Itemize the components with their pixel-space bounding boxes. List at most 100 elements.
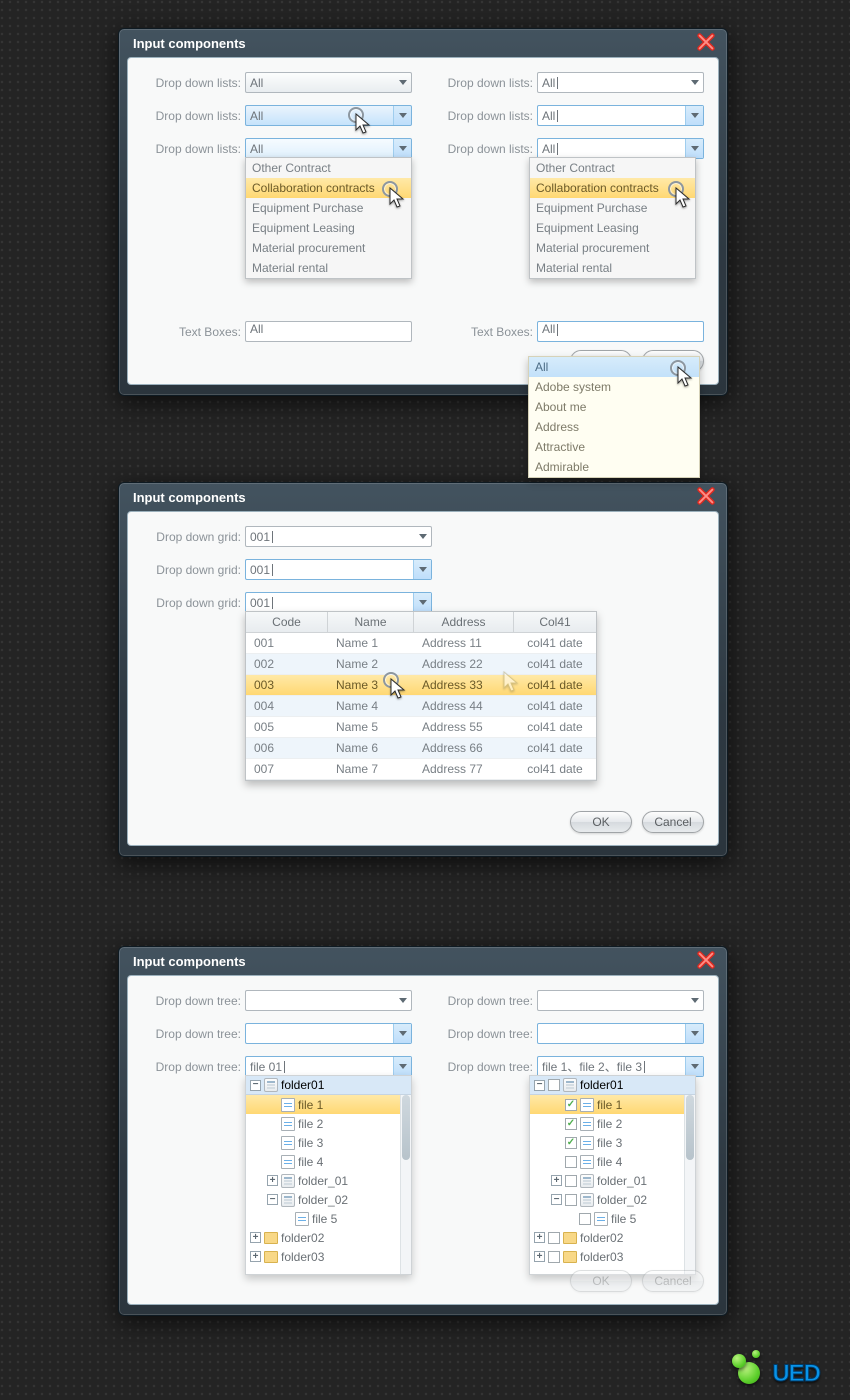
tree-node[interactable]: +folder02 — [246, 1228, 411, 1247]
dropdown-option[interactable]: Other Contract — [246, 158, 411, 178]
dropdown-option[interactable]: Collaboration contracts — [530, 178, 695, 198]
grid-row[interactable]: 006Name 6Address 66col41 date — [246, 738, 596, 759]
autocomplete-option[interactable]: Attractive — [529, 437, 699, 457]
scrollbar[interactable] — [400, 1095, 411, 1274]
collapse-icon[interactable]: − — [250, 1080, 261, 1091]
tree-node[interactable]: file 5 — [530, 1209, 695, 1228]
ok-button[interactable]: OK — [570, 811, 632, 833]
tree-node[interactable]: ✓file 3 — [530, 1133, 695, 1152]
dropdown-default[interactable]: All — [245, 72, 412, 93]
dropdown-tree-hover[interactable] — [537, 1023, 704, 1044]
checkbox[interactable] — [565, 1156, 577, 1168]
expand-icon[interactable]: + — [534, 1251, 545, 1262]
grid-row-selected[interactable]: 003Name 3Address 33col41 date — [246, 675, 596, 696]
tree-node[interactable]: +folder_01 — [246, 1171, 411, 1190]
expand-icon[interactable]: + — [534, 1232, 545, 1243]
checkbox[interactable] — [548, 1251, 560, 1263]
expand-icon[interactable]: + — [267, 1175, 278, 1186]
dropdown-tree-hover[interactable] — [245, 1023, 412, 1044]
scrollbar[interactable] — [684, 1095, 695, 1274]
dropdown-tree[interactable] — [537, 990, 704, 1011]
checkbox[interactable] — [548, 1232, 560, 1244]
dropdown-open[interactable]: All — [537, 138, 704, 159]
checkbox[interactable] — [579, 1213, 591, 1225]
collapse-icon[interactable]: − — [267, 1194, 278, 1205]
tree-node[interactable]: −folder01 — [530, 1076, 695, 1095]
expand-icon[interactable]: + — [250, 1251, 261, 1262]
text-input[interactable]: All — [245, 321, 412, 342]
checkbox-checked[interactable]: ✓ — [565, 1118, 577, 1130]
checkbox[interactable] — [548, 1079, 560, 1091]
file-icon — [580, 1098, 594, 1112]
dropdown-tree-open[interactable]: file 01 — [245, 1056, 412, 1077]
expand-icon[interactable]: + — [250, 1232, 261, 1243]
autocomplete-option[interactable]: Adobe system — [529, 377, 699, 397]
label: Drop down grid: — [142, 563, 245, 577]
close-button[interactable] — [695, 485, 717, 507]
tree-node[interactable]: +folder03 — [530, 1247, 695, 1266]
expand-icon[interactable]: + — [551, 1175, 562, 1186]
dropdown-option[interactable]: Other Contract — [530, 158, 695, 178]
tree-node-selected[interactable]: file 1 — [246, 1095, 411, 1114]
col-header[interactable]: Col41 — [514, 612, 596, 632]
tree-node[interactable]: ✓file 2 — [530, 1114, 695, 1133]
dropdown-option[interactable]: Equipment Purchase — [246, 198, 411, 218]
autocomplete-option[interactable]: All — [529, 357, 699, 377]
checkbox-checked[interactable]: ✓ — [565, 1137, 577, 1149]
dropdown-grid-hover[interactable]: 001 — [245, 559, 432, 580]
dropdown-tree-open[interactable]: file 1、file 2、file 3 — [537, 1056, 704, 1077]
autocomplete-option[interactable]: Address — [529, 417, 699, 437]
col-header[interactable]: Name — [328, 612, 414, 632]
tree-node-selected[interactable]: ✓file 1 — [530, 1095, 695, 1114]
grid-row[interactable]: 001Name 1Address 11col41 date — [246, 633, 596, 654]
collapse-icon[interactable]: − — [551, 1194, 562, 1205]
dropdown-option[interactable]: Equipment Leasing — [530, 218, 695, 238]
dropdown-option[interactable]: Material procurement — [530, 238, 695, 258]
col-header[interactable]: Code — [246, 612, 328, 632]
grid-row[interactable]: 004Name 4Address 44col41 date — [246, 696, 596, 717]
collapse-icon[interactable]: − — [534, 1080, 545, 1091]
grid-row[interactable]: 005Name 5Address 55col41 date — [246, 717, 596, 738]
dropdown-option[interactable]: Equipment Leasing — [246, 218, 411, 238]
checkbox-checked[interactable]: ✓ — [565, 1099, 577, 1111]
dropdown-open[interactable]: All — [245, 138, 412, 159]
tree-node[interactable]: +folder03 — [246, 1247, 411, 1266]
tree-node[interactable]: −folder01 — [246, 1076, 411, 1095]
dropdown-option[interactable]: Equipment Purchase — [530, 198, 695, 218]
dropdown-hover[interactable]: All — [537, 105, 704, 126]
dropdown-default[interactable]: All — [537, 72, 704, 93]
checkbox[interactable] — [565, 1175, 577, 1187]
close-button[interactable] — [695, 949, 717, 971]
dropdown-option[interactable]: Collaboration contracts — [246, 178, 411, 198]
dropdown-option[interactable]: Material rental — [530, 258, 695, 278]
tree-node[interactable]: file 4 — [530, 1152, 695, 1171]
ok-button[interactable]: OK — [570, 1270, 632, 1292]
autocomplete-option[interactable]: About me — [529, 397, 699, 417]
col-header[interactable]: Address — [414, 612, 514, 632]
tree-node[interactable]: file 2 — [246, 1114, 411, 1133]
tree-node[interactable]: +folder_01 — [530, 1171, 695, 1190]
cancel-button[interactable]: Cancel — [642, 811, 704, 833]
dropdown-option[interactable]: Material rental — [246, 258, 411, 278]
tree-node[interactable]: file 4 — [246, 1152, 411, 1171]
label: Drop down lists: — [142, 142, 245, 156]
grid-row[interactable]: 002Name 2Address 22col41 date — [246, 654, 596, 675]
checkbox[interactable] — [565, 1194, 577, 1206]
dropdown-grid-open[interactable]: 001 — [245, 592, 432, 613]
dropdown-option[interactable]: Material procurement — [246, 238, 411, 258]
autocomplete-option[interactable]: Admirable — [529, 457, 699, 477]
dropdown-tree[interactable] — [245, 990, 412, 1011]
tree-node[interactable]: −folder_02 — [246, 1190, 411, 1209]
dropdown-grid[interactable]: 001 — [245, 526, 432, 547]
dropdown-hover[interactable]: All — [245, 105, 412, 126]
text-input-focused[interactable]: All — [537, 321, 704, 342]
label: Drop down lists: — [434, 109, 537, 123]
tree-node[interactable]: file 5 — [246, 1209, 411, 1228]
tree-node[interactable]: file 3 — [246, 1133, 411, 1152]
tree-node[interactable]: +folder02 — [530, 1228, 695, 1247]
cancel-button[interactable]: Cancel — [642, 1270, 704, 1292]
grid-row[interactable]: 007Name 7Address 77col41 date — [246, 759, 596, 780]
file-icon — [281, 1136, 295, 1150]
tree-node[interactable]: −folder_02 — [530, 1190, 695, 1209]
close-button[interactable] — [695, 31, 717, 53]
